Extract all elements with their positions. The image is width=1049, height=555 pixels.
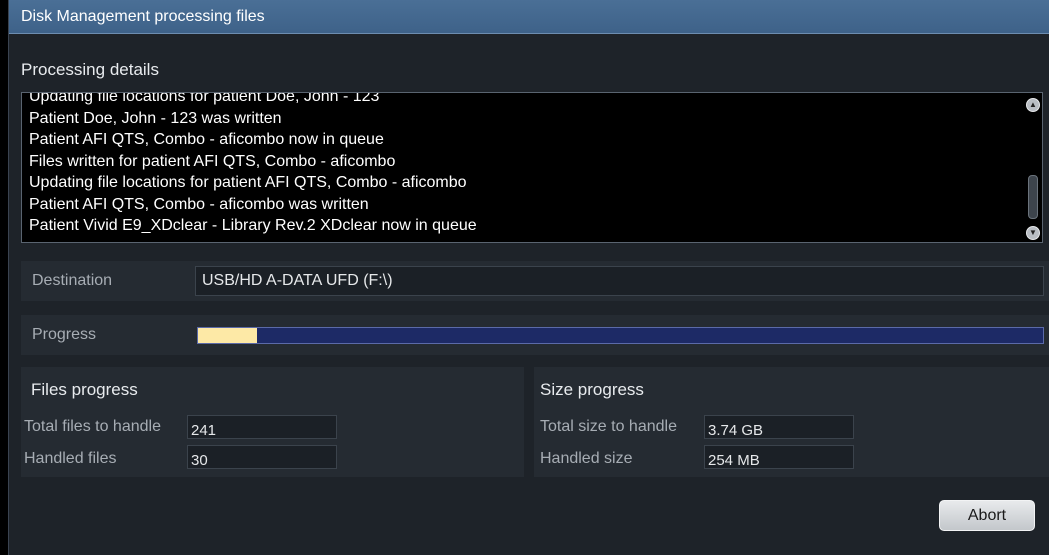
destination-row: Destination USB/HD A-DATA UFD (F:\): [21, 261, 1049, 301]
destination-field: USB/HD A-DATA UFD (F:\): [195, 266, 1044, 296]
log-lines: Updating file locations for patient Doe,…: [29, 92, 1009, 237]
log-line: Patient Vivid E9_XDclear - Library Rev.2…: [29, 217, 477, 234]
handled-files-value: 30: [187, 445, 337, 469]
files-progress-panel: Files progress Total files to handle 241…: [21, 367, 524, 477]
progress-bar: [197, 327, 1044, 344]
handled-size-value: 254 MB: [704, 445, 854, 469]
log-line: Files written for patient AFI QTS, Combo…: [29, 152, 396, 170]
log-line: Updating file locations for patient Doe,…: [29, 92, 380, 105]
handled-size-label: Handled size: [540, 450, 633, 467]
log-line: Patient AFI QTS, Combo - aficombo was wr…: [29, 195, 369, 213]
progress-row: Progress: [21, 315, 1049, 355]
destination-label: Destination: [32, 272, 113, 289]
processing-details-heading: Processing details: [21, 60, 159, 79]
size-progress-title: Size progress: [540, 380, 644, 399]
abort-button[interactable]: Abort: [939, 500, 1035, 531]
processing-log[interactable]: Updating file locations for patient Doe,…: [21, 92, 1043, 243]
total-files-label: Total files to handle: [24, 418, 161, 435]
dialog-title: Disk Management processing files: [9, 0, 1049, 34]
size-progress-panel: Size progress Total size to handle 3.74 …: [534, 367, 1049, 477]
total-size-value: 3.74 GB: [704, 415, 854, 439]
log-line: Patient Doe, John - 123 was written: [29, 109, 282, 127]
disk-management-dialog: Disk Management processing files Process…: [8, 0, 1049, 555]
progress-label: Progress: [32, 326, 97, 343]
files-progress-title: Files progress: [31, 380, 138, 399]
log-scrollbar[interactable]: ▲ ▼: [1026, 95, 1040, 240]
total-size-label: Total size to handle: [540, 418, 677, 435]
log-line: Updating file locations for patient AFI …: [29, 174, 467, 191]
progress-fill: [198, 328, 258, 343]
log-line: Patient AFI QTS, Combo - aficombo now in…: [29, 131, 384, 148]
scroll-thumb[interactable]: [1028, 175, 1038, 219]
total-files-value: 241: [187, 415, 337, 439]
scroll-down-icon[interactable]: ▼: [1026, 226, 1040, 240]
scroll-up-icon[interactable]: ▲: [1026, 98, 1040, 112]
handled-files-label: Handled files: [24, 450, 117, 467]
